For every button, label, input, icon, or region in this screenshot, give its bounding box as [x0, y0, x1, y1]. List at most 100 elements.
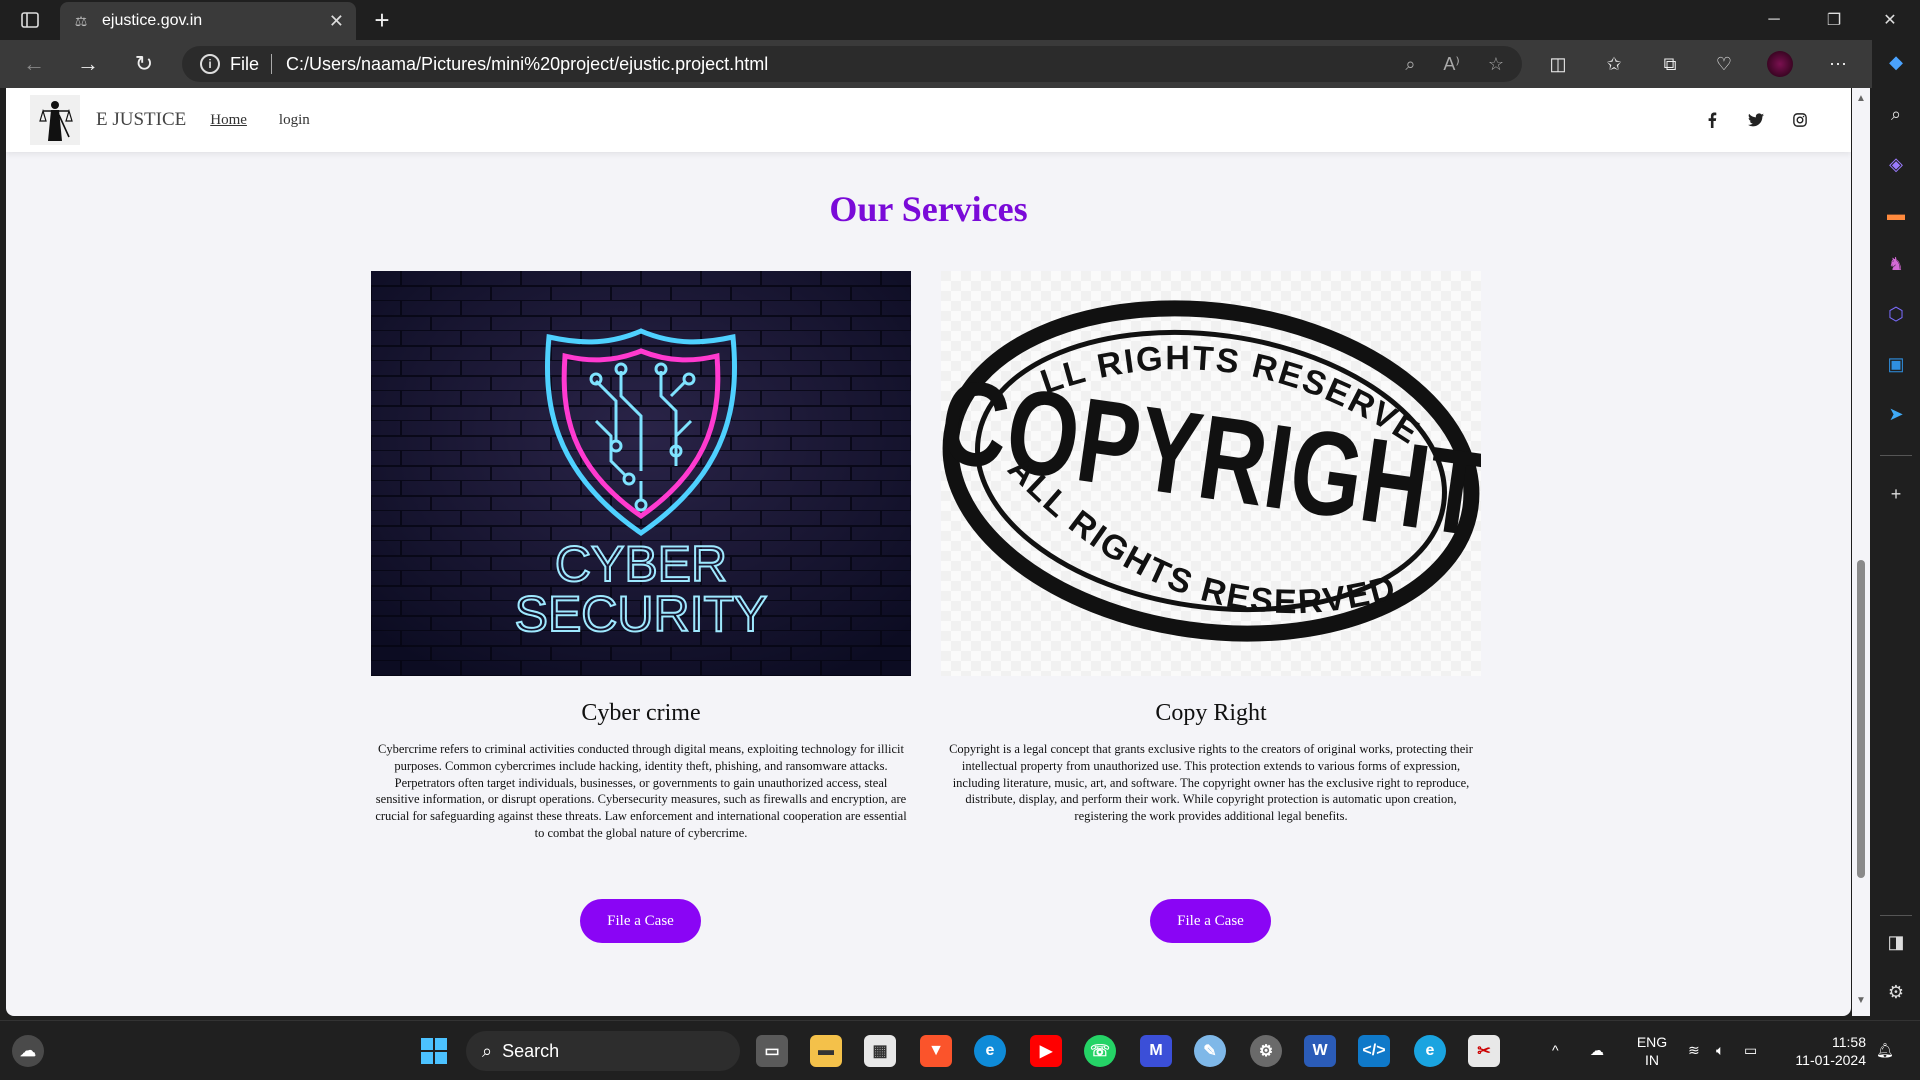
weather-widget-icon[interactable]: ☁ — [12, 1035, 44, 1067]
instagram-icon[interactable] — [1790, 110, 1810, 130]
nav-login-link[interactable]: login — [279, 112, 310, 129]
volume-icon[interactable]: 🔈︎ — [1716, 1041, 1724, 1059]
split-screen-icon[interactable]: ◫ — [1540, 48, 1576, 80]
back-button[interactable]: ← — [16, 48, 52, 80]
youtube-icon[interactable]: ▶ — [1030, 1035, 1062, 1067]
microsoft-365-icon[interactable]: ⬡ — [1884, 302, 1908, 326]
battery-icon[interactable]: ▭ — [1744, 1041, 1757, 1059]
toolbar: ← → ↻ i File C:/Users/naama/Pictures/min… — [0, 40, 1920, 88]
word-icon[interactable]: W — [1304, 1035, 1336, 1067]
copyright-stamp-image: ALL RIGHTS RESERVED COPYRIGHT ALL RIGHTS… — [941, 271, 1481, 676]
favorites-icon[interactable]: ✩ — [1596, 48, 1632, 80]
restore-button[interactable]: ❐ — [1806, 0, 1862, 40]
language-label: ENG — [1636, 1034, 1668, 1050]
clock-date: 11-01-2024 — [1795, 1052, 1866, 1068]
tab-actions-icon[interactable] — [14, 8, 46, 32]
forward-button[interactable]: → — [70, 48, 106, 80]
cyber-image-text-1: CYBER — [555, 536, 727, 592]
page-viewport: E JUSTICE Home login Our Services CYBER … — [6, 88, 1851, 1016]
edge-sidebar: ◆ ⌕ ◈ ▬ ♞ ⬡ ▣ ➤ + ◨ ⚙ — [1872, 40, 1920, 1020]
onedrive-icon[interactable]: ☁ — [1590, 1041, 1604, 1059]
profile-avatar[interactable] — [1762, 48, 1798, 80]
twitter-icon[interactable] — [1746, 110, 1766, 130]
vscode-icon[interactable]: </> — [1358, 1035, 1390, 1067]
copilot-icon[interactable]: ◆ — [1884, 50, 1908, 74]
address-bar[interactable]: i File C:/Users/naama/Pictures/mini%20pr… — [182, 46, 1522, 82]
cyber-image-text-2: SECURITY — [515, 586, 768, 642]
new-tab-button[interactable]: + — [368, 5, 396, 35]
close-window-button[interactable]: ✕ — [1862, 0, 1918, 40]
wifi-icon[interactable]: ≋ — [1688, 1041, 1700, 1059]
show-hidden-icons-icon[interactable]: ^ — [1552, 1041, 1559, 1059]
scroll-down-arrow-icon[interactable]: ▼ — [1856, 996, 1866, 1006]
url-text[interactable]: C:/Users/naama/Pictures/mini%20project/e… — [286, 54, 1377, 75]
justice-favicon-icon: ⚖ — [74, 12, 88, 29]
cyber-security-image: CYBER SECURITY — [371, 271, 911, 676]
browser-essentials-icon[interactable]: ♡ — [1706, 48, 1742, 80]
browser-tab[interactable]: ⚖ ejustice.gov.in ✕ — [60, 2, 356, 40]
service-card-cyber-crime: CYBER SECURITY Cyber crime Cybercrime re… — [371, 271, 911, 842]
edge-icon[interactable]: e — [974, 1035, 1006, 1067]
brave-browser-icon[interactable]: ▼ — [920, 1035, 952, 1067]
whatsapp-icon[interactable]: ☏ — [1084, 1035, 1116, 1067]
divider — [271, 54, 273, 74]
tab-bar: ⚖ ejustice.gov.in ✕ + ─ ❐ ✕ — [0, 0, 1920, 40]
file-a-case-button-copyright[interactable]: File a Case — [1150, 899, 1271, 943]
more-menu-icon[interactable]: ⋯ — [1820, 48, 1856, 80]
search-icon[interactable]: ⌕ — [1884, 102, 1908, 126]
tab-title: ejustice.gov.in — [102, 12, 203, 29]
windows-start-icon[interactable] — [418, 1035, 450, 1067]
zoom-icon[interactable]: ⌕ — [1405, 54, 1415, 75]
facebook-icon[interactable] — [1702, 110, 1722, 130]
page-scrollbar[interactable]: ▲ ▼ — [1852, 88, 1870, 1016]
edge-active-icon[interactable]: e — [1414, 1035, 1446, 1067]
card-heading-cyber-crime: Cyber crime — [581, 700, 701, 726]
read-aloud-icon[interactable]: A⁾ — [1443, 54, 1459, 75]
drop-icon[interactable]: ➤ — [1884, 402, 1908, 426]
shopping-tag-icon[interactable]: ◈ — [1884, 152, 1908, 176]
collections-icon[interactable]: ⧉ — [1652, 48, 1688, 80]
taskbar-search-box[interactable]: ⌕ Search — [466, 1031, 740, 1071]
scrollbar-thumb[interactable] — [1857, 560, 1865, 878]
hide-sidebar-icon[interactable]: ◨ — [1884, 930, 1908, 954]
nav-home-link[interactable]: Home — [210, 112, 247, 129]
favorite-star-icon[interactable]: ☆ — [1488, 54, 1504, 75]
app-icon[interactable]: M — [1140, 1035, 1172, 1067]
close-tab-icon[interactable]: ✕ — [329, 11, 344, 32]
card-heading-copy-right: Copy Right — [1155, 700, 1267, 726]
clock[interactable]: 11:58 11-01-2024 — [1782, 1033, 1866, 1069]
file-explorer-icon[interactable]: ▬ — [810, 1035, 842, 1067]
settings-icon[interactable]: ⚙ — [1250, 1035, 1282, 1067]
file-a-case-button-cyber[interactable]: File a Case — [580, 899, 701, 943]
clock-time: 11:58 — [1832, 1034, 1866, 1050]
services-title: Our Services — [829, 189, 1028, 229]
service-card-copy-right: ALL RIGHTS RESERVED COPYRIGHT ALL RIGHTS… — [941, 271, 1481, 825]
add-sidebar-app-icon[interactable]: + — [1884, 482, 1908, 506]
minimize-button[interactable]: ─ — [1746, 0, 1802, 40]
snipping-tool-icon[interactable]: ✂ — [1468, 1035, 1500, 1067]
paint-icon[interactable]: ✎ — [1194, 1035, 1226, 1067]
notification-bell-icon[interactable]: 🔔︎ — [1876, 1041, 1894, 1059]
site-info-icon[interactable]: i — [200, 54, 220, 74]
search-icon: ⌕ — [482, 1040, 493, 1061]
sidebar-divider — [1880, 455, 1912, 456]
region-label: IN — [1645, 1052, 1659, 1068]
taskbar-search-label: Search — [502, 1040, 560, 1061]
sidebar-settings-icon[interactable]: ⚙ — [1884, 980, 1908, 1004]
outlook-icon[interactable]: ▣ — [1884, 352, 1908, 376]
scroll-up-arrow-icon[interactable]: ▲ — [1856, 94, 1866, 104]
site-header: E JUSTICE Home login — [6, 88, 1851, 152]
tools-briefcase-icon[interactable]: ▬ — [1884, 202, 1908, 226]
games-icon[interactable]: ♞ — [1884, 252, 1908, 276]
card-description-cyber-crime: Cybercrime refers to criminal activities… — [375, 742, 907, 840]
lady-justice-logo — [30, 95, 80, 145]
language-indicator[interactable]: ENG IN — [1634, 1033, 1670, 1069]
microsoft-store-icon[interactable]: ▦ — [864, 1035, 896, 1067]
file-scheme-label: File — [230, 53, 260, 74]
site-brand[interactable]: E JUSTICE — [96, 109, 186, 131]
sidebar-divider — [1880, 915, 1912, 916]
task-view-icon[interactable]: ▭ — [756, 1035, 788, 1067]
card-description-copy-right: Copyright is a legal concept that grants… — [949, 742, 1473, 824]
refresh-button[interactable]: ↻ — [126, 48, 162, 80]
windows-taskbar: ☁ ⌕ Search ▭ ▬ ▦ ▼ e ▶ ☏ M ✎ ⚙ W </> e ✂… — [0, 1020, 1920, 1080]
